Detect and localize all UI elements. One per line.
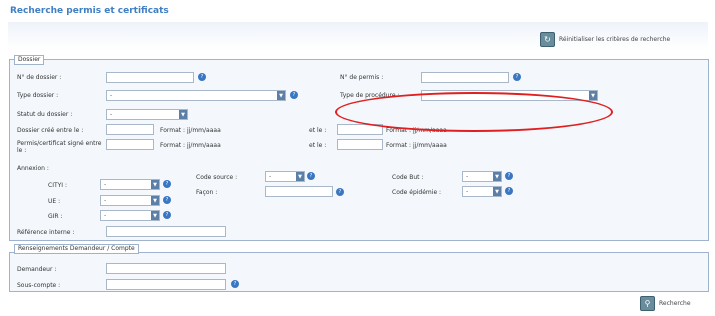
chevron-down-icon: ▼ xyxy=(493,187,501,196)
et-le-label: et le : xyxy=(309,127,327,134)
statut-select[interactable]: - ▼ xyxy=(106,109,188,120)
help-icon[interactable]: ? xyxy=(307,172,315,180)
help-icon[interactable]: ? xyxy=(163,211,171,219)
format-hint: Format : jj/mm/aaaa xyxy=(160,142,221,149)
sous-compte-input[interactable] xyxy=(106,279,226,290)
code-but-label: Code But : xyxy=(392,174,424,181)
demandeur-label: Demandeur : xyxy=(17,266,57,273)
reference-input[interactable] xyxy=(106,226,226,237)
code-source-value: - xyxy=(269,173,272,180)
et-le-label: et le : xyxy=(309,142,327,149)
demandeur-input[interactable] xyxy=(106,263,226,274)
ue-value: - xyxy=(104,197,107,204)
search-button[interactable]: ⚲ Recherche xyxy=(640,296,691,311)
signe-label: Permis/certificat signé entre le : xyxy=(17,140,102,154)
gir-value: - xyxy=(104,212,107,219)
depot-from-input[interactable] xyxy=(106,124,154,135)
help-icon[interactable]: ? xyxy=(198,73,206,81)
help-icon[interactable]: ? xyxy=(513,73,521,81)
chevron-down-icon: ▼ xyxy=(151,180,159,189)
facon-input[interactable] xyxy=(265,186,333,197)
no-dossier-input[interactable] xyxy=(106,72,194,83)
gir-select[interactable]: - ▼ xyxy=(100,210,160,221)
cityi-value: - xyxy=(104,181,107,188)
reset-criteria-button[interactable]: ↻ Réinitialiser les critères de recherch… xyxy=(540,32,670,47)
cityi-select[interactable]: - ▼ xyxy=(100,179,160,190)
facon-label: Façon : xyxy=(196,189,218,196)
code-source-label: Code source : xyxy=(196,174,238,181)
format-hint: Format : jj/mm/aaaa xyxy=(386,142,447,149)
annexion-label: Annexion : xyxy=(17,165,49,172)
ue-select[interactable]: - ▼ xyxy=(100,195,160,206)
cityi-label: CITYI : xyxy=(48,182,67,189)
chevron-down-icon: ▼ xyxy=(277,91,285,100)
code-epidemie-value: - xyxy=(466,188,469,195)
type-dossier-label: Type dossier : xyxy=(17,92,59,99)
reset-criteria-label: Réinitialiser les critères de recherche xyxy=(559,36,671,43)
no-dossier-label: N° de dossier : xyxy=(17,74,62,81)
reference-label: Référence interne : xyxy=(17,229,75,236)
no-permis-label: N° de permis : xyxy=(340,74,384,81)
statut-value: - xyxy=(110,111,113,118)
help-icon[interactable]: ? xyxy=(505,172,513,180)
code-epidemie-select[interactable]: - ▼ xyxy=(462,186,502,197)
chevron-down-icon: ▼ xyxy=(179,110,187,119)
highlight-ellipse xyxy=(335,92,613,132)
signe-from-input[interactable] xyxy=(106,139,154,150)
code-epidemie-label: Code épidémie : xyxy=(392,189,442,196)
chevron-down-icon: ▼ xyxy=(589,91,597,100)
signe-to-input[interactable] xyxy=(337,139,383,150)
help-icon[interactable]: ? xyxy=(505,187,513,195)
sous-compte-label: Sous-compte : xyxy=(17,282,61,289)
help-icon[interactable]: ? xyxy=(163,180,171,188)
gir-label: GIR : xyxy=(48,213,63,220)
ue-label: UE : xyxy=(48,198,61,205)
help-icon[interactable]: ? xyxy=(290,91,298,99)
help-icon[interactable]: ? xyxy=(163,196,171,204)
chevron-down-icon: ▼ xyxy=(151,211,159,220)
help-icon[interactable]: ? xyxy=(336,188,344,196)
depot-label: Dossier créé entre le : xyxy=(17,127,84,134)
page-title: Recherche permis et certificats xyxy=(10,6,169,16)
refresh-icon: ↻ xyxy=(540,32,555,47)
chevron-down-icon: ▼ xyxy=(151,196,159,205)
no-permis-input[interactable] xyxy=(421,72,509,83)
code-source-select[interactable]: - ▼ xyxy=(265,171,305,182)
format-hint: Format : jj/mm/aaaa xyxy=(160,127,221,134)
help-icon[interactable]: ? xyxy=(231,280,239,288)
type-dossier-select[interactable]: - ▼ xyxy=(106,90,286,101)
demandeur-legend: Renseignements Demandeur / Compte xyxy=(14,244,139,254)
code-but-select[interactable]: - ▼ xyxy=(462,171,502,182)
statut-label: Statut du dossier : xyxy=(17,111,73,118)
search-label: Recherche xyxy=(659,300,691,307)
type-dossier-value: - xyxy=(110,92,113,99)
chevron-down-icon: ▼ xyxy=(493,172,501,181)
code-but-value: - xyxy=(466,173,469,180)
chevron-down-icon: ▼ xyxy=(296,172,304,181)
dossier-legend: Dossier xyxy=(14,55,45,65)
search-icon: ⚲ xyxy=(640,296,655,311)
